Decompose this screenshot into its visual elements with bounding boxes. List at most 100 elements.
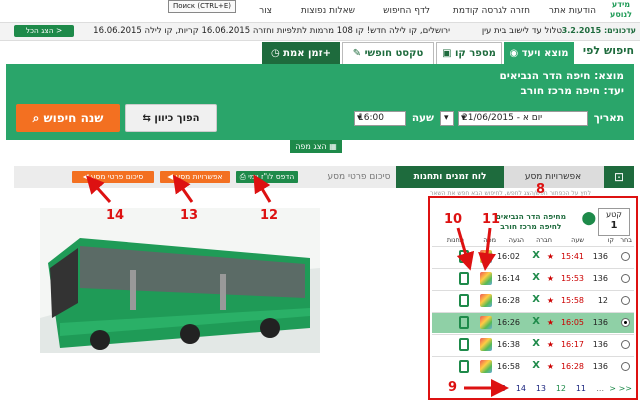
route-text: מחיפה הדר הנביאים לחיפה מרכז חורב [496, 212, 566, 232]
star-icon: ★ [546, 362, 554, 371]
button-label: הדפס לו"ז יומי [248, 172, 295, 181]
tab-line-number[interactable]: ▣ מספר קו [436, 42, 502, 64]
tab-ride-options[interactable]: אפשרויות מסע [502, 166, 604, 188]
pager-prev[interactable]: > [609, 384, 616, 393]
reverse-direction-button[interactable]: ⇆ הפוך כיוון [125, 104, 217, 132]
table-row[interactable]: 136 16:17 ★ X 16:38 [432, 334, 634, 355]
select-radio[interactable] [621, 318, 630, 327]
nav-previous-version[interactable]: חזרה לגרסה קודמת [453, 6, 530, 16]
table-row[interactable]: 136 15:53 ★ X 16:14 [432, 268, 634, 289]
print-daily-schedule-button[interactable]: ⎙ הדפס לו"ז יומי [236, 171, 298, 183]
tab-real-time[interactable]: ◷ זמן אמת+ [262, 42, 340, 64]
annotation-13: 13 [180, 208, 199, 223]
star-icon: ★ [546, 318, 554, 327]
select-radio[interactable] [621, 296, 630, 305]
location-pin-icon: ◉ [509, 48, 522, 59]
pager-page[interactable]: 15 [496, 384, 506, 393]
table-row[interactable]: 12 15:58 ★ X 16:28 [432, 290, 634, 311]
show-all-button[interactable]: הצג הכל > [14, 25, 74, 37]
button-label: הצג מפה [295, 142, 327, 151]
cell-arrival: 16:58 [496, 362, 520, 371]
show-map-button[interactable]: הצג מפה ▦ [290, 140, 342, 153]
tab-schedule-stations[interactable]: לוח זמנים ותחנות [396, 166, 504, 188]
bus-stations-icon[interactable] [459, 250, 469, 263]
browser-tooltip: Поиск (CTRL+E) [168, 0, 236, 13]
nav-faq[interactable]: שאלות נפוצות [301, 6, 355, 16]
ride-options-button[interactable]: ◀ אפשרויות מסע [160, 171, 230, 183]
cell-departure: 15:53 [560, 274, 584, 283]
change-search-button[interactable]: ⌕ שנה חיפוש [16, 104, 120, 132]
header-line: קו [607, 236, 614, 244]
bus-stations-icon[interactable] [459, 338, 469, 351]
nav-search-page[interactable]: לדף החיפוש [383, 6, 430, 16]
table-row[interactable]: 136 15:41 ★ X 16:02 [432, 246, 634, 267]
nav-site-messages[interactable]: הודעות אתר [549, 6, 596, 16]
button-label: סיכום פרטי מסע [90, 172, 144, 181]
time-label: שעה [411, 112, 434, 124]
map-icon[interactable] [480, 338, 492, 351]
segment-label: קטע [606, 210, 622, 219]
map-icon[interactable] [480, 360, 492, 373]
route-to: לחיפה מרכז חורב [500, 222, 562, 231]
cell-departure: 15:41 [560, 252, 584, 261]
bus-stations-icon[interactable] [459, 272, 469, 285]
map-icon[interactable] [480, 250, 492, 263]
time-select[interactable]: 16:00 ▾ [354, 111, 406, 126]
table-row[interactable]: 136 16:28 ★ X 16:58 [432, 356, 634, 377]
pager-page[interactable]: 14 [516, 384, 526, 393]
bus-stations-icon[interactable] [459, 316, 469, 329]
date-picker-button[interactable]: ▾ [440, 111, 454, 126]
search-by-label: חיפוש לפי [582, 44, 634, 57]
date-value: 21/06/2015 - יום א [462, 113, 543, 123]
logo-text: מידע לנוסע [610, 0, 632, 19]
pager-page[interactable]: 11 [576, 384, 586, 393]
tab-label: מוצא ויעד [521, 48, 569, 59]
bus-icon: ▣ [442, 48, 455, 59]
tab-origin-destination[interactable]: ◉ מוצא ויעד [504, 42, 574, 64]
table-row-selected[interactable]: 136 16:05 ★ X 16:26 [432, 312, 634, 333]
segment-number: 1 [610, 220, 618, 231]
star-icon: ★ [546, 296, 554, 305]
map-icon[interactable] [480, 316, 492, 329]
map-icon[interactable] [480, 294, 492, 307]
chevron-down-icon: ▾ [461, 113, 466, 123]
select-radio[interactable] [621, 362, 630, 371]
destination-label: יעד: חיפה מרכז חורב [520, 85, 624, 97]
bus-stations-icon[interactable] [459, 360, 469, 373]
tab-free-text[interactable]: ✎ טקסט חופשי [342, 42, 434, 64]
pager-dots: ... [596, 384, 604, 393]
triangle-left-icon: ◀ [167, 172, 176, 181]
header-time: שעה [571, 236, 584, 244]
pager-page[interactable]: 13 [536, 384, 546, 393]
cell-arrival: 16:38 [496, 340, 520, 349]
site-logo[interactable]: מידע לנוסע [606, 0, 636, 22]
annotation-11: 11 [482, 212, 501, 227]
button-label: הפוך כיוון [154, 113, 200, 124]
tab-ride-summary[interactable]: סיכום פרטי מסע [324, 166, 394, 188]
location-pin-icon: ⬤ [581, 211, 596, 226]
tab-label: טקסט חופשי [364, 48, 424, 59]
bus-stations-icon[interactable] [459, 294, 469, 307]
cell-arrival: 16:14 [496, 274, 520, 283]
select-radio[interactable] [621, 274, 630, 283]
star-icon: ★ [546, 252, 554, 261]
pagination: >> > ... 11 12 13 14 15 [434, 384, 634, 396]
pager-first[interactable]: >> [619, 384, 632, 393]
select-radio[interactable] [621, 252, 630, 261]
ticker-text[interactable]: 16.06.2015 ירושלים, קו לילה חדש! קו 108 … [90, 26, 450, 36]
pager-page[interactable]: 12 [556, 384, 566, 393]
select-radio[interactable] [621, 340, 630, 349]
annotation-14: 14 [106, 208, 125, 223]
date-label: תאריך [593, 112, 624, 124]
cell-line: 136 [592, 252, 608, 261]
ticker-text-right[interactable]: טלול עד לישוב בית עין [482, 26, 562, 36]
header-select: בחר [620, 236, 632, 244]
ride-summary-button[interactable]: ◀ סיכום פרטי מסע [72, 171, 154, 183]
cell-departure: 16:05 [560, 318, 584, 327]
header-arrival: הגעה [508, 236, 524, 244]
map-icon[interactable] [480, 272, 492, 285]
cell-arrival: 16:26 [496, 318, 520, 327]
nav-contact[interactable]: צור [259, 6, 272, 16]
map-icon: ▦ [329, 142, 337, 151]
date-select[interactable]: 21/06/2015 - יום א ▾ [458, 111, 588, 126]
